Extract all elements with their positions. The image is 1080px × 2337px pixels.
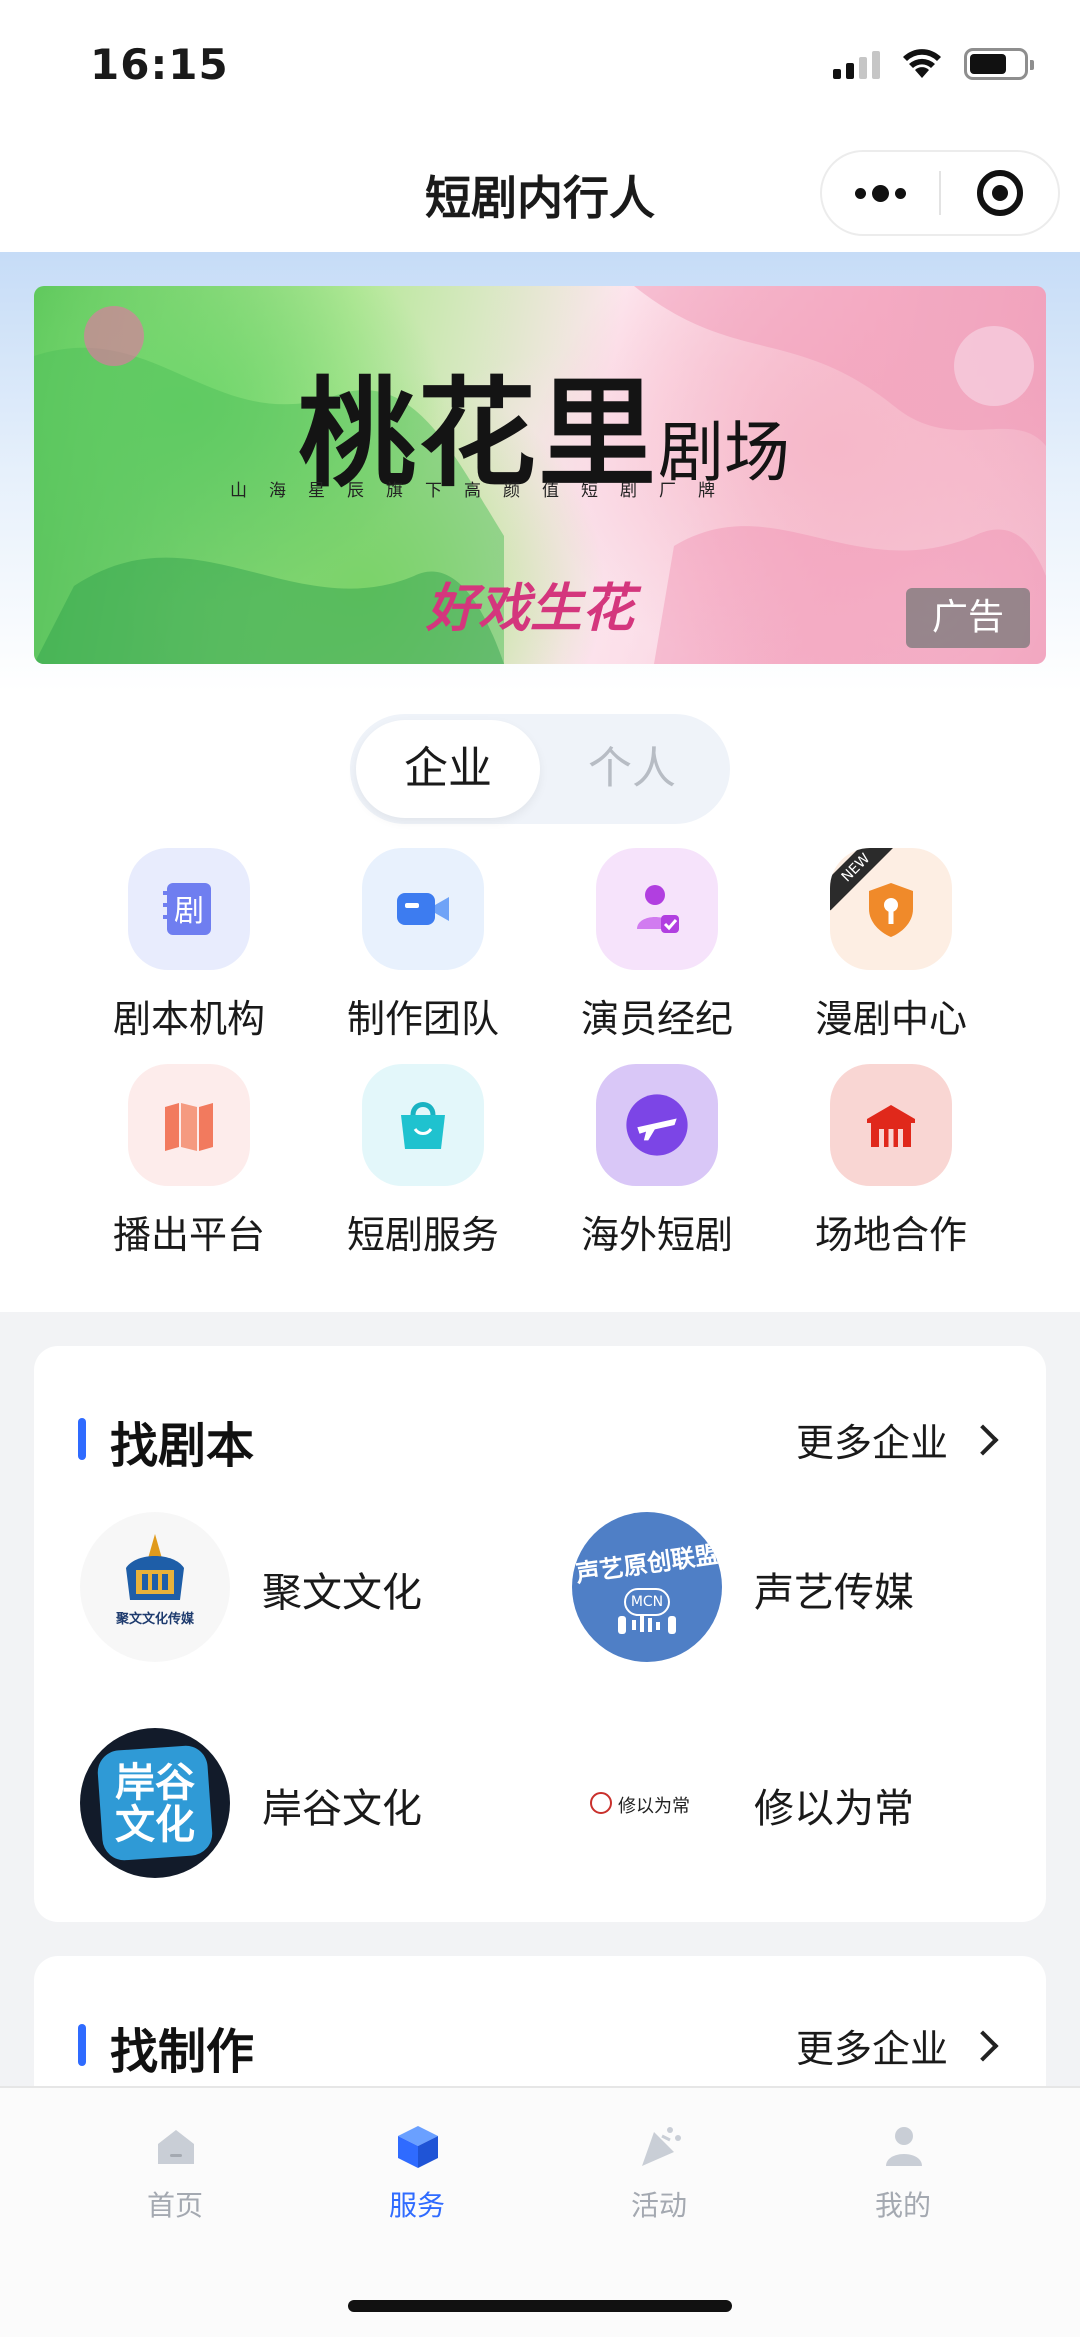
service-label: 播出平台	[112, 1213, 265, 1257]
xiuyiweichang-logo-text: 修以为常	[618, 1796, 690, 1817]
chevron-right-icon	[967, 2029, 999, 2062]
segment-control: 企业 个人	[350, 714, 730, 824]
airplane-icon	[596, 1064, 718, 1186]
script-card: 找剧本 更多企业 聚文文化传媒 聚文文化 声艺原创联盟 MCN 声艺传媒 岸谷文…	[34, 1346, 1046, 1922]
service-drama-services[interactable]: 短剧服务	[306, 1064, 540, 1264]
angu-logo-text: 岸谷文化	[115, 1760, 195, 1848]
user-icon	[886, 2127, 922, 2166]
cellular-signal-icon	[833, 49, 880, 79]
venue-icon	[830, 1064, 952, 1186]
page: 16:15 短剧内行人 桃花里剧场 山海星辰旗下高颜值短剧厂牌 好戏生花 广告 …	[0, 0, 1080, 2337]
actor-icon	[596, 848, 718, 970]
segment-tab-personal[interactable]: 个人	[540, 720, 724, 818]
chevron-right-icon	[967, 1423, 999, 1456]
mini-program-capsule	[820, 150, 1060, 236]
service-label: 场地合作	[814, 1213, 967, 1257]
juwen-logo: 聚文文化传媒	[80, 1512, 230, 1662]
home-indicator	[348, 2300, 732, 2312]
angu-logo: 岸谷文化	[80, 1728, 230, 1878]
shopping-bag-icon	[362, 1064, 484, 1186]
service-label: 短剧服务	[346, 1213, 499, 1257]
nav-bar: 短剧内行人	[0, 132, 1080, 252]
xiuyiweichang-logo: 修以为常	[572, 1728, 722, 1878]
title-accent-bar	[78, 1418, 86, 1460]
card-header: 找制作 更多企业	[78, 2012, 1002, 2080]
tab-label: 首页	[146, 2189, 203, 2222]
ad-label: 广告	[906, 588, 1030, 648]
shengyi-logo-text: 声艺原创联盟	[574, 1540, 721, 1588]
company-name: 聚文文化	[262, 1570, 422, 1616]
more-label: 更多企业	[795, 1421, 948, 1465]
battery-icon	[964, 48, 1034, 80]
service-comic-drama-center[interactable]: NEW 漫剧中心	[774, 848, 1008, 1048]
company-name: 声艺传媒	[754, 1570, 914, 1616]
wifi-icon	[903, 49, 941, 78]
status-time: 16:15	[90, 40, 229, 89]
service-box-icon	[398, 2126, 438, 2168]
party-popper-icon	[642, 2127, 681, 2166]
status-bar: 16:15	[0, 0, 1080, 132]
service-script-agency[interactable]: 剧 剧本机构	[72, 848, 306, 1048]
shield-key-icon: NEW	[830, 848, 952, 970]
svg-text:剧: 剧	[174, 894, 204, 929]
tab-label: 服务	[388, 2189, 445, 2222]
status-icons	[833, 48, 1034, 80]
company-angu[interactable]: 岸谷文化 岸谷文化	[80, 1728, 560, 1878]
card-title: 找制作	[110, 2024, 255, 2080]
card-header: 找剧本 更多企业	[78, 1406, 1002, 1474]
broadcast-map-icon	[128, 1064, 250, 1186]
service-label: 漫剧中心	[814, 997, 967, 1041]
company-shengyi[interactable]: 声艺原创联盟 MCN 声艺传媒	[572, 1512, 1052, 1662]
shengyi-logo: 声艺原创联盟 MCN	[572, 1512, 722, 1662]
service-broadcast-platform[interactable]: 播出平台	[72, 1064, 306, 1264]
service-venue-partnership[interactable]: 场地合作	[774, 1064, 1008, 1264]
juwen-logo-text: 聚文文化传媒	[115, 1612, 194, 1627]
tab-service[interactable]: 服务	[342, 2122, 492, 2232]
more-companies-link[interactable]: 更多企业	[796, 2018, 1002, 2073]
home-icon	[158, 2130, 194, 2164]
segment-tab-enterprise[interactable]: 企业	[356, 720, 540, 818]
banner-brand: 好戏生花	[426, 578, 635, 639]
service-label: 剧本机构	[112, 997, 265, 1041]
service-actor-agency[interactable]: 演员经纪	[540, 848, 774, 1048]
service-label: 海外短剧	[580, 1213, 733, 1257]
tab-home[interactable]: 首页	[100, 2122, 250, 2232]
service-label: 制作团队	[346, 997, 499, 1041]
service-overseas-drama[interactable]: 海外短剧	[540, 1064, 774, 1264]
company-juwen[interactable]: 聚文文化传媒 聚文文化	[80, 1512, 560, 1662]
ad-banner[interactable]: 桃花里剧场 山海星辰旗下高颜值短剧厂牌 好戏生花 广告	[34, 286, 1046, 664]
script-icon: 剧	[128, 848, 250, 970]
more-button[interactable]	[822, 152, 939, 234]
tab-mine[interactable]: 我的	[828, 2122, 978, 2232]
tab-activity[interactable]: 活动	[584, 2122, 734, 2232]
title-accent-bar	[78, 2024, 86, 2066]
more-dots-icon	[855, 184, 906, 202]
service-production-team[interactable]: 制作团队	[306, 848, 540, 1048]
company-xiuyiweichang[interactable]: 修以为常 修以为常	[572, 1728, 1052, 1878]
company-name: 岸谷文化	[262, 1786, 422, 1832]
video-camera-icon	[362, 848, 484, 970]
tab-label: 我的	[874, 2189, 931, 2222]
close-mini-program-button[interactable]	[941, 152, 1058, 234]
more-label: 更多企业	[795, 2027, 948, 2071]
tab-label: 活动	[630, 2189, 687, 2222]
more-companies-link[interactable]: 更多企业	[796, 1412, 1002, 1467]
target-circle-icon	[976, 170, 1023, 216]
card-title: 找剧本	[110, 1418, 255, 1474]
banner-subtitle: 山海星辰旗下高颜值短剧厂牌	[230, 481, 737, 501]
service-label: 演员经纪	[580, 997, 733, 1041]
company-name: 修以为常	[754, 1786, 914, 1832]
